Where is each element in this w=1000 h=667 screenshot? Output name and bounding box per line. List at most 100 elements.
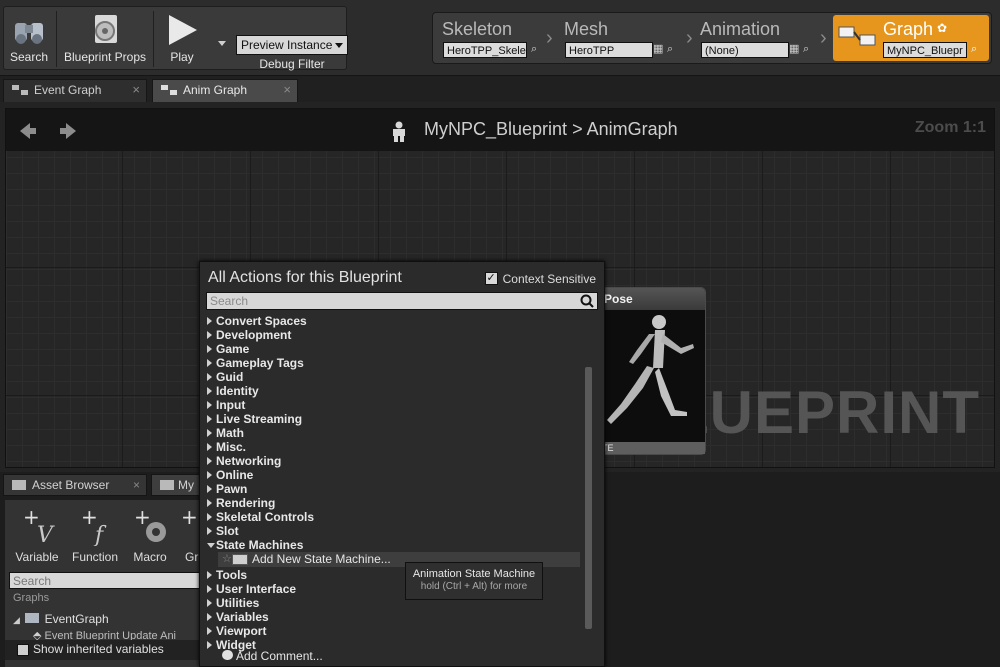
search-icon[interactable]: ⌕	[531, 43, 543, 55]
category-tools[interactable]: Tools	[206, 568, 247, 582]
settings-icon[interactable]: ✿	[937, 21, 947, 35]
expand-arrow-icon	[207, 429, 212, 437]
add-comment-item[interactable]: Add Comment...	[222, 649, 323, 663]
state-machine-tooltip: Animation State Machine hold (Ctrl + Alt…	[405, 562, 543, 600]
breadcrumb-graph[interactable]: AnimGraph	[587, 119, 678, 139]
expand-arrow-icon	[207, 641, 212, 649]
preview-instance-select[interactable]: Preview Instance	[236, 35, 348, 55]
expand-arrow-icon	[207, 527, 212, 535]
category-convert-spaces[interactable]: Convert Spaces	[206, 314, 307, 328]
context-sensitive-toggle[interactable]: ✓ Context Sensitive	[484, 272, 596, 286]
category-pawn[interactable]: Pawn	[206, 482, 247, 496]
collapse-arrow-icon	[207, 543, 215, 548]
category-label: Math	[216, 426, 244, 440]
tab-anim-graph-label: Anim Graph	[183, 83, 248, 97]
category-networking[interactable]: Networking	[206, 454, 281, 468]
category-user-interface[interactable]: User Interface	[206, 582, 296, 596]
category-label: Development	[216, 328, 292, 342]
context-sensitive-checkbox[interactable]: ✓	[484, 272, 498, 285]
back-arrow-icon[interactable]	[18, 121, 38, 141]
grid-icon[interactable]: ▦	[789, 43, 801, 55]
category-skeletal-controls[interactable]: Skeletal Controls	[206, 510, 314, 524]
expand-arrow-icon	[207, 359, 212, 367]
context-sensitive-label: Context Sensitive	[502, 272, 596, 286]
actions-scrollbar[interactable]	[585, 367, 592, 629]
blueprint-props-button[interactable]: Blueprint Props	[60, 7, 150, 69]
event-graph-item[interactable]: ◢ EventGraph	[13, 612, 109, 626]
expand-arrow-icon	[207, 443, 212, 451]
favorite-star-icon[interactable]: ☆	[222, 552, 232, 567]
close-icon[interactable]: ×	[283, 80, 291, 100]
show-inherited-variables[interactable]: Show inherited variables	[5, 640, 205, 660]
category-state-machines[interactable]: State Machines	[206, 538, 303, 552]
category-identity[interactable]: Identity	[206, 384, 259, 398]
category-rendering[interactable]: Rendering	[206, 496, 275, 510]
tab-event-graph[interactable]: Event Graph ×	[3, 79, 147, 102]
category-slot[interactable]: Slot	[206, 524, 239, 538]
category-online[interactable]: Online	[206, 468, 253, 482]
search-icon[interactable]: ⌕	[971, 43, 983, 55]
category-label: Live Streaming	[216, 412, 303, 426]
asset-browser-icon	[12, 480, 26, 490]
collapse-arrow-icon[interactable]: ◢	[13, 615, 20, 625]
category-input[interactable]: Input	[206, 398, 245, 412]
svg-text:f: f	[93, 523, 107, 546]
category-variables[interactable]: Variables	[206, 610, 269, 624]
add-macro-label: Macro	[133, 550, 167, 564]
category-development[interactable]: Development	[206, 328, 291, 342]
expand-arrow-icon	[207, 317, 212, 325]
grid-icon[interactable]: ▦	[653, 43, 665, 55]
play-options-dropdown[interactable]	[218, 41, 226, 46]
tab-asset-browser[interactable]: Asset Browser ×	[3, 474, 147, 496]
category-math[interactable]: Math	[206, 426, 244, 440]
show-inherited-checkbox[interactable]	[17, 644, 29, 656]
graph-field[interactable]: MyNPC_Bluepr	[883, 42, 967, 58]
category-game[interactable]: Game	[206, 342, 249, 356]
close-icon[interactable]: ×	[133, 475, 140, 495]
close-icon[interactable]: ×	[132, 80, 140, 100]
my-blueprint-search-input[interactable]: Search	[9, 572, 205, 589]
play-button[interactable]: Play	[156, 7, 208, 69]
add-macro-button[interactable]: + Macro	[127, 505, 173, 564]
macro-gear-icon: +	[134, 505, 166, 542]
mode-mesh[interactable]: Mesh HeroTPP ▦ ⌕	[557, 15, 685, 61]
graph-icon	[838, 26, 876, 46]
breadcrumb-blueprint[interactable]: MyNPC_Blueprint	[424, 119, 567, 139]
category-gameplay-tags[interactable]: Gameplay Tags	[206, 356, 304, 370]
gear-icon	[95, 15, 117, 43]
add-function-button[interactable]: + f Function	[69, 505, 121, 564]
expand-arrow-icon	[207, 471, 212, 479]
mode-skeleton[interactable]: Skeleton HeroTPP_Skele ⌕	[435, 15, 537, 61]
play-label: Play	[170, 50, 194, 64]
search-icon[interactable]: ⌕	[667, 43, 679, 55]
actions-search-input[interactable]: Search	[206, 292, 598, 310]
tooltip-title: Animation State Machine	[412, 568, 536, 580]
mode-animation-title: Animation	[700, 19, 781, 39]
category-guid[interactable]: Guid	[206, 370, 243, 384]
category-live-streaming[interactable]: Live Streaming	[206, 412, 302, 426]
mode-graph[interactable]: Graph ✿ MyNPC_Bluepr ⌕	[833, 15, 989, 61]
category-utilities[interactable]: Utilities	[206, 596, 259, 610]
mesh-field[interactable]: HeroTPP	[565, 42, 653, 58]
category-misc[interactable]: Misc.	[206, 440, 246, 454]
forward-arrow-icon[interactable]	[58, 121, 78, 141]
tab-anim-graph[interactable]: Anim Graph ×	[152, 79, 298, 102]
node-title: Pose	[599, 288, 705, 310]
category-label: User Interface	[216, 582, 297, 596]
search-icon[interactable]	[580, 294, 594, 308]
tab-my-blueprint[interactable]: My B	[151, 474, 205, 512]
category-label: Rendering	[216, 496, 276, 510]
event-graph-label: EventGraph	[44, 612, 109, 626]
svg-text:V: V	[37, 523, 55, 546]
graph-header: MyNPC_Blueprint > AnimGraph Zoom 1:1	[6, 109, 994, 151]
mode-animation[interactable]: Animation (None) ▦ ⌕	[693, 15, 825, 61]
search-button[interactable]: Search	[6, 7, 52, 69]
final-pose-node[interactable]: Pose TE	[598, 287, 706, 455]
graph-icon	[161, 85, 177, 95]
category-viewport[interactable]: Viewport	[206, 624, 266, 638]
animation-field[interactable]: (None)	[701, 42, 789, 58]
skeleton-field[interactable]: HeroTPP_Skele	[443, 42, 527, 58]
add-variable-button[interactable]: + V Variable	[11, 505, 63, 564]
search-icon[interactable]: ⌕	[803, 43, 815, 55]
search-label: Search	[9, 50, 49, 64]
